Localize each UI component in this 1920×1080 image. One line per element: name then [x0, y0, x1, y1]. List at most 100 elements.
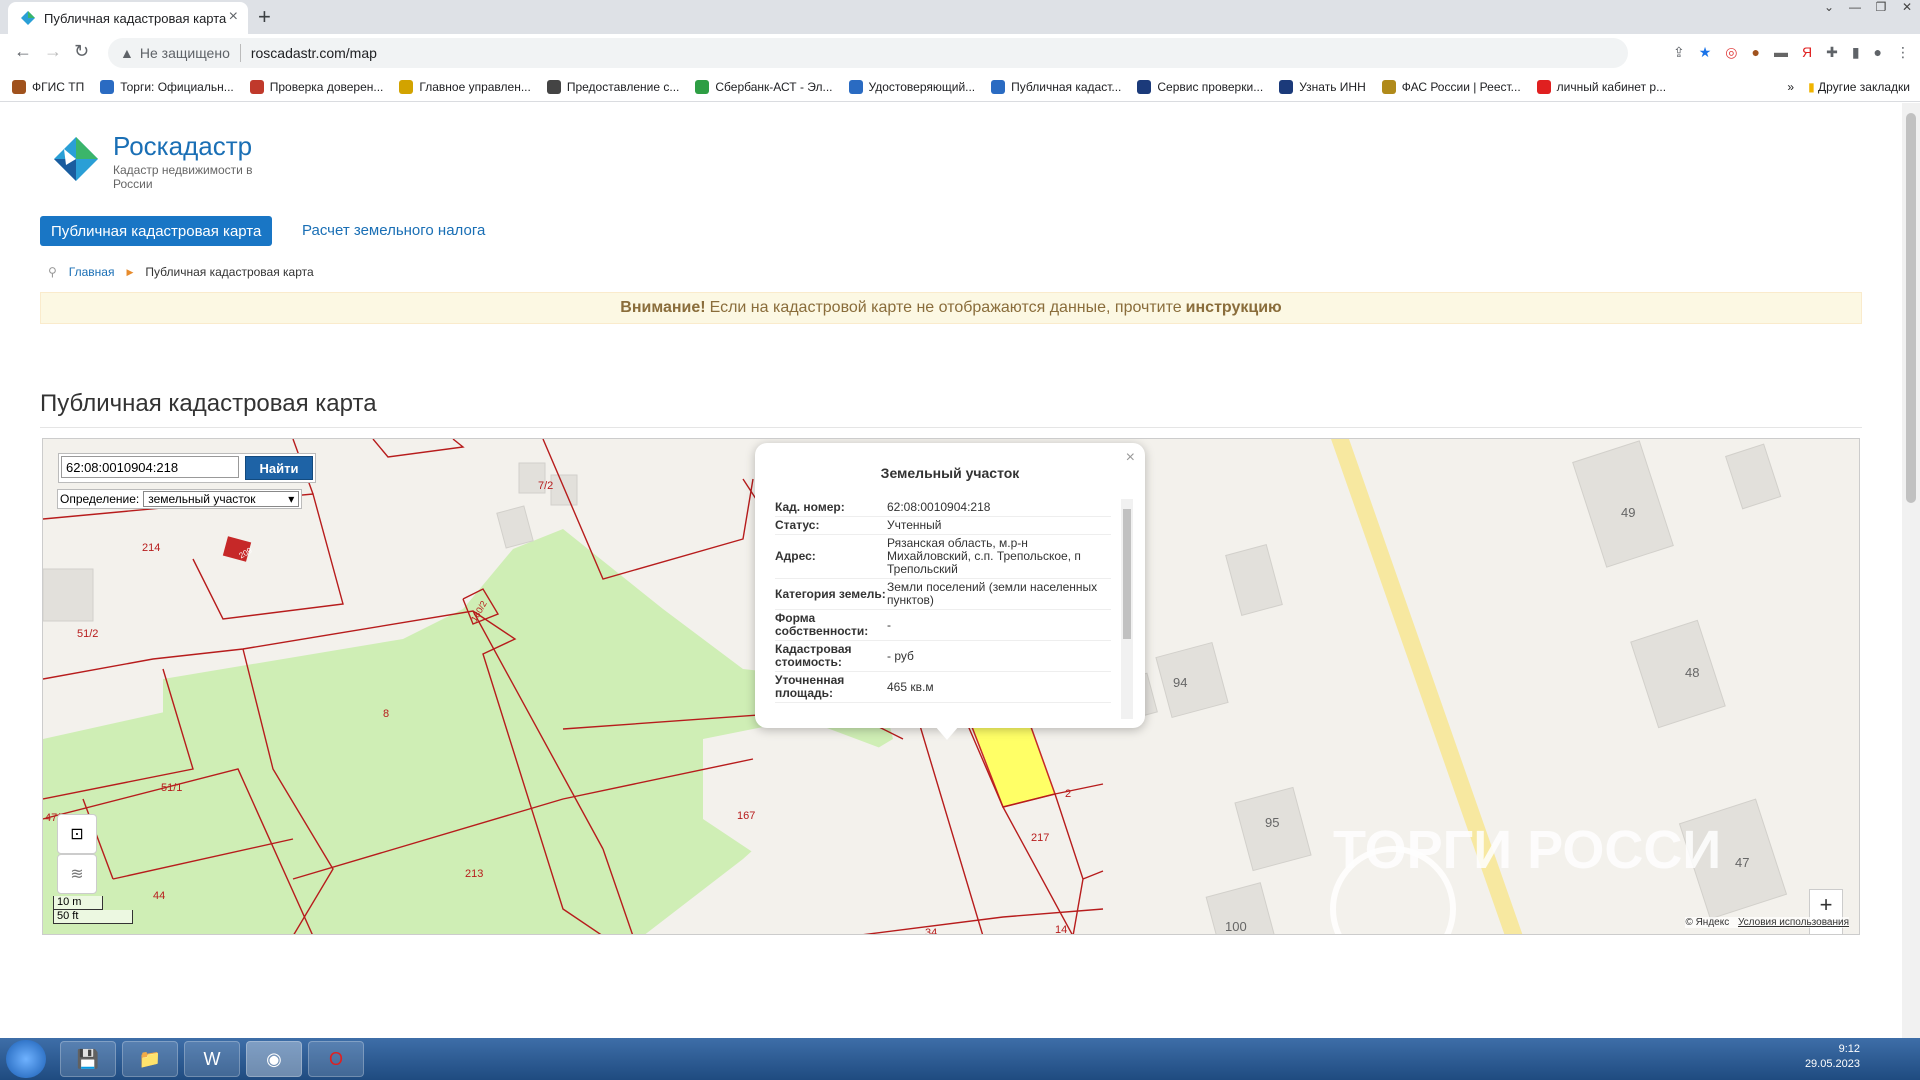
- row-key: Уточненная площадь:: [775, 671, 887, 703]
- plot-label: 167: [737, 810, 755, 822]
- cadastral-number-input[interactable]: [61, 456, 239, 478]
- yandex-copyright[interactable]: © Яндекс: [1685, 917, 1729, 928]
- extension-icon[interactable]: ●: [1751, 44, 1759, 61]
- terms-link[interactable]: Условия использования: [1738, 917, 1849, 928]
- chevron-down-icon[interactable]: ▾: [288, 492, 294, 506]
- close-icon[interactable]: ×: [1126, 449, 1135, 467]
- popup-scrollbar[interactable]: [1121, 499, 1133, 719]
- bookmark-favicon-icon: [12, 79, 26, 94]
- bookmark-label: Узнать ИНН: [1299, 79, 1366, 94]
- puzzle-icon[interactable]: ✚: [1826, 44, 1838, 61]
- extension-icon[interactable]: ◎: [1725, 44, 1737, 61]
- definition-select[interactable]: земельный участок ▾: [143, 491, 300, 507]
- more-bookmarks-button[interactable]: »: [1787, 80, 1794, 94]
- table-row: Статус: Учтенный: [775, 516, 1111, 535]
- start-button[interactable]: [6, 1040, 46, 1078]
- browser-tab-strip: Публичная кадастровая карта × + ⌄ — ❐ ✕: [0, 0, 1920, 34]
- share-icon[interactable]: ⇪: [1673, 44, 1685, 61]
- scroll-thumb[interactable]: [1906, 113, 1916, 503]
- address-bar[interactable]: ▲ Не защищено roscadastr.com/map: [108, 38, 1628, 68]
- bookmark-item[interactable]: личный кабинет р...: [1536, 79, 1667, 94]
- nav-tab-cadastral-map[interactable]: Публичная кадастровая карта: [40, 216, 273, 246]
- brand-name[interactable]: Роскадастр: [113, 131, 252, 162]
- chevron-down-icon[interactable]: ⌄: [1816, 0, 1842, 18]
- location-pin-icon: ⚲: [48, 265, 57, 279]
- row-value: Учтенный: [887, 516, 1111, 535]
- opera-app-icon[interactable]: O: [308, 1041, 364, 1077]
- url-text[interactable]: roscadastr.com/map: [251, 45, 377, 61]
- security-label[interactable]: Не защищено: [140, 45, 230, 61]
- forward-icon[interactable]: →: [44, 41, 62, 62]
- back-icon[interactable]: ←: [14, 41, 32, 62]
- windows-taskbar: 💾 📁 W ◉ O 9:12 29.05.2023: [0, 1038, 1920, 1080]
- definition-label: Определение:: [60, 492, 140, 506]
- bookmark-favicon-icon: [1381, 79, 1396, 94]
- brand-subtitle: Кадастр недвижимости в России: [113, 163, 253, 191]
- map-copyright: © Яндекс Условия использования: [1685, 917, 1849, 928]
- chrome-app-icon[interactable]: ◉: [246, 1041, 302, 1077]
- bookmark-favicon-icon: [1536, 79, 1551, 94]
- menu-icon[interactable]: ⋮: [1896, 44, 1910, 61]
- new-tab-icon[interactable]: +: [258, 4, 271, 30]
- bookmark-favicon-icon: [848, 79, 863, 94]
- cadastral-map[interactable]: 214 209 7/2 180/2 51/2 8 51/1 47/1 44 21…: [42, 438, 1860, 935]
- sidepanel-icon[interactable]: ▮: [1852, 44, 1860, 61]
- bookmark-label: Сбербанк-АСТ - Эл...: [715, 79, 833, 94]
- bookmark-item[interactable]: Удостоверяющий...: [848, 79, 975, 94]
- row-value: 62:08:0010904:218: [887, 499, 1111, 517]
- definition-value[interactable]: земельный участок: [148, 492, 255, 506]
- bookmark-item[interactable]: Сервис проверки...: [1137, 79, 1263, 94]
- breadcrumb-home-link[interactable]: Главная: [69, 265, 115, 279]
- clock-date[interactable]: 29.05.2023: [1805, 1057, 1860, 1072]
- bookmark-favicon-icon: [399, 79, 414, 94]
- alert-text: Если на кадастровой карте не отображаютс…: [709, 299, 1182, 316]
- bookmark-star-icon[interactable]: ★: [1699, 44, 1712, 61]
- find-button[interactable]: Найти: [245, 456, 313, 480]
- bookmark-favicon-icon: [546, 79, 561, 94]
- divider: [40, 427, 1862, 428]
- parcel-info-table: Кад. номер: 62:08:0010904:218 Статус: Учтен…: [775, 499, 1111, 703]
- extension-icon[interactable]: ▬: [1774, 44, 1788, 61]
- other-bookmarks-folder[interactable]: ▮ Другие закладки: [1808, 80, 1910, 94]
- bookmark-item[interactable]: Предоставление с...: [546, 79, 680, 94]
- profile-icon[interactable]: ●: [1874, 44, 1882, 61]
- reload-icon[interactable]: ↻: [74, 41, 89, 62]
- bookmark-label: Предоставление с...: [566, 79, 680, 94]
- bookmark-item[interactable]: Публичная кадаст...: [991, 79, 1122, 94]
- bookmark-favicon-icon: [249, 79, 264, 94]
- system-tray: 9:12 29.05.2023: [1805, 1042, 1860, 1072]
- alert-instruction-link[interactable]: инструкцию: [1186, 299, 1282, 317]
- bookmark-label: Проверка доверен...: [269, 79, 384, 94]
- restore-icon[interactable]: ❐: [1868, 0, 1894, 18]
- house-number: 47: [1735, 855, 1749, 870]
- page-scrollbar[interactable]: [1902, 103, 1920, 1038]
- bookmark-item[interactable]: Проверка доверен...: [249, 79, 384, 94]
- nav-tab-land-tax[interactable]: Расчет земельного налога: [302, 222, 485, 239]
- bookmark-favicon-icon: [991, 79, 1006, 94]
- clock-time[interactable]: 9:12: [1805, 1042, 1860, 1057]
- bookmark-label: личный кабинет р...: [1556, 79, 1667, 94]
- bookmark-label: Публичная кадаст...: [1011, 79, 1122, 94]
- explorer-app-icon[interactable]: 📁: [122, 1041, 178, 1077]
- ruler-tool-button[interactable]: ⊡: [57, 814, 97, 854]
- browser-tab[interactable]: Публичная кадастровая карта ×: [8, 2, 248, 34]
- close-window-icon[interactable]: ✕: [1894, 0, 1920, 18]
- minimize-icon[interactable]: —: [1842, 0, 1868, 18]
- bookmark-item[interactable]: ФГИС ТП: [12, 79, 84, 94]
- scroll-thumb[interactable]: [1123, 509, 1131, 639]
- row-value: - руб: [887, 640, 1111, 672]
- bookmark-item[interactable]: Главное управлен...: [399, 79, 531, 94]
- breadcrumb: ⚲ Главная ▶ Публичная кадастровая карта: [48, 265, 314, 279]
- save-app-icon[interactable]: 💾: [60, 1041, 116, 1077]
- warning-icon[interactable]: ▲: [120, 45, 134, 61]
- parcel-info-popup: Земельный участок × Кад. номер: 62:08:001…: [755, 443, 1145, 740]
- word-app-icon[interactable]: W: [184, 1041, 240, 1077]
- layers-button[interactable]: ≋: [57, 854, 97, 894]
- yandex-icon[interactable]: Я: [1802, 44, 1812, 61]
- close-tab-icon[interactable]: ×: [229, 8, 238, 26]
- bookmark-item[interactable]: Узнать ИНН: [1279, 79, 1366, 94]
- bookmark-item[interactable]: Сбербанк-АСТ - Эл...: [695, 79, 833, 94]
- alert-bold: Внимание!: [620, 299, 706, 316]
- bookmark-item[interactable]: ФАС России | Реест...: [1381, 79, 1521, 94]
- bookmark-item[interactable]: Торги: Официальн...: [100, 79, 234, 94]
